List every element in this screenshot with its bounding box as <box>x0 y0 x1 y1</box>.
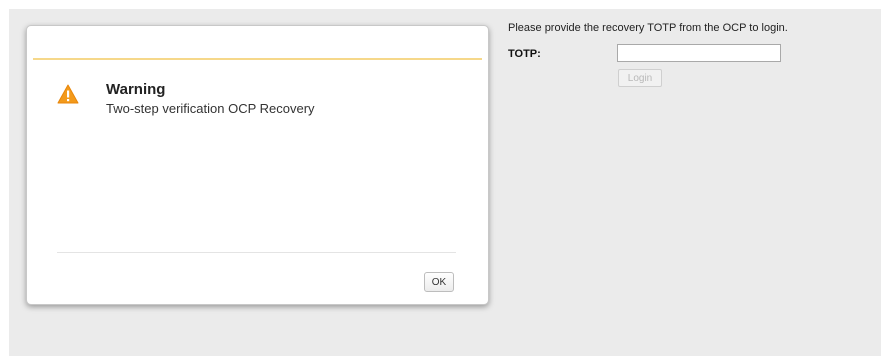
ok-button[interactable]: OK <box>424 272 454 292</box>
dialog-header-divider <box>33 58 482 60</box>
dialog-message: Two-step verification OCP Recovery <box>106 101 315 116</box>
dialog-title: Warning <box>106 81 166 98</box>
login-button[interactable]: Login <box>618 69 662 87</box>
totp-input[interactable] <box>617 44 781 62</box>
totp-label: TOTP: <box>508 48 541 60</box>
warning-icon <box>57 84 79 104</box>
dialog-footer-divider <box>57 252 456 253</box>
warning-dialog: Warning Two-step verification OCP Recove… <box>26 25 489 305</box>
login-instructions: Please provide the recovery TOTP from th… <box>508 22 788 34</box>
